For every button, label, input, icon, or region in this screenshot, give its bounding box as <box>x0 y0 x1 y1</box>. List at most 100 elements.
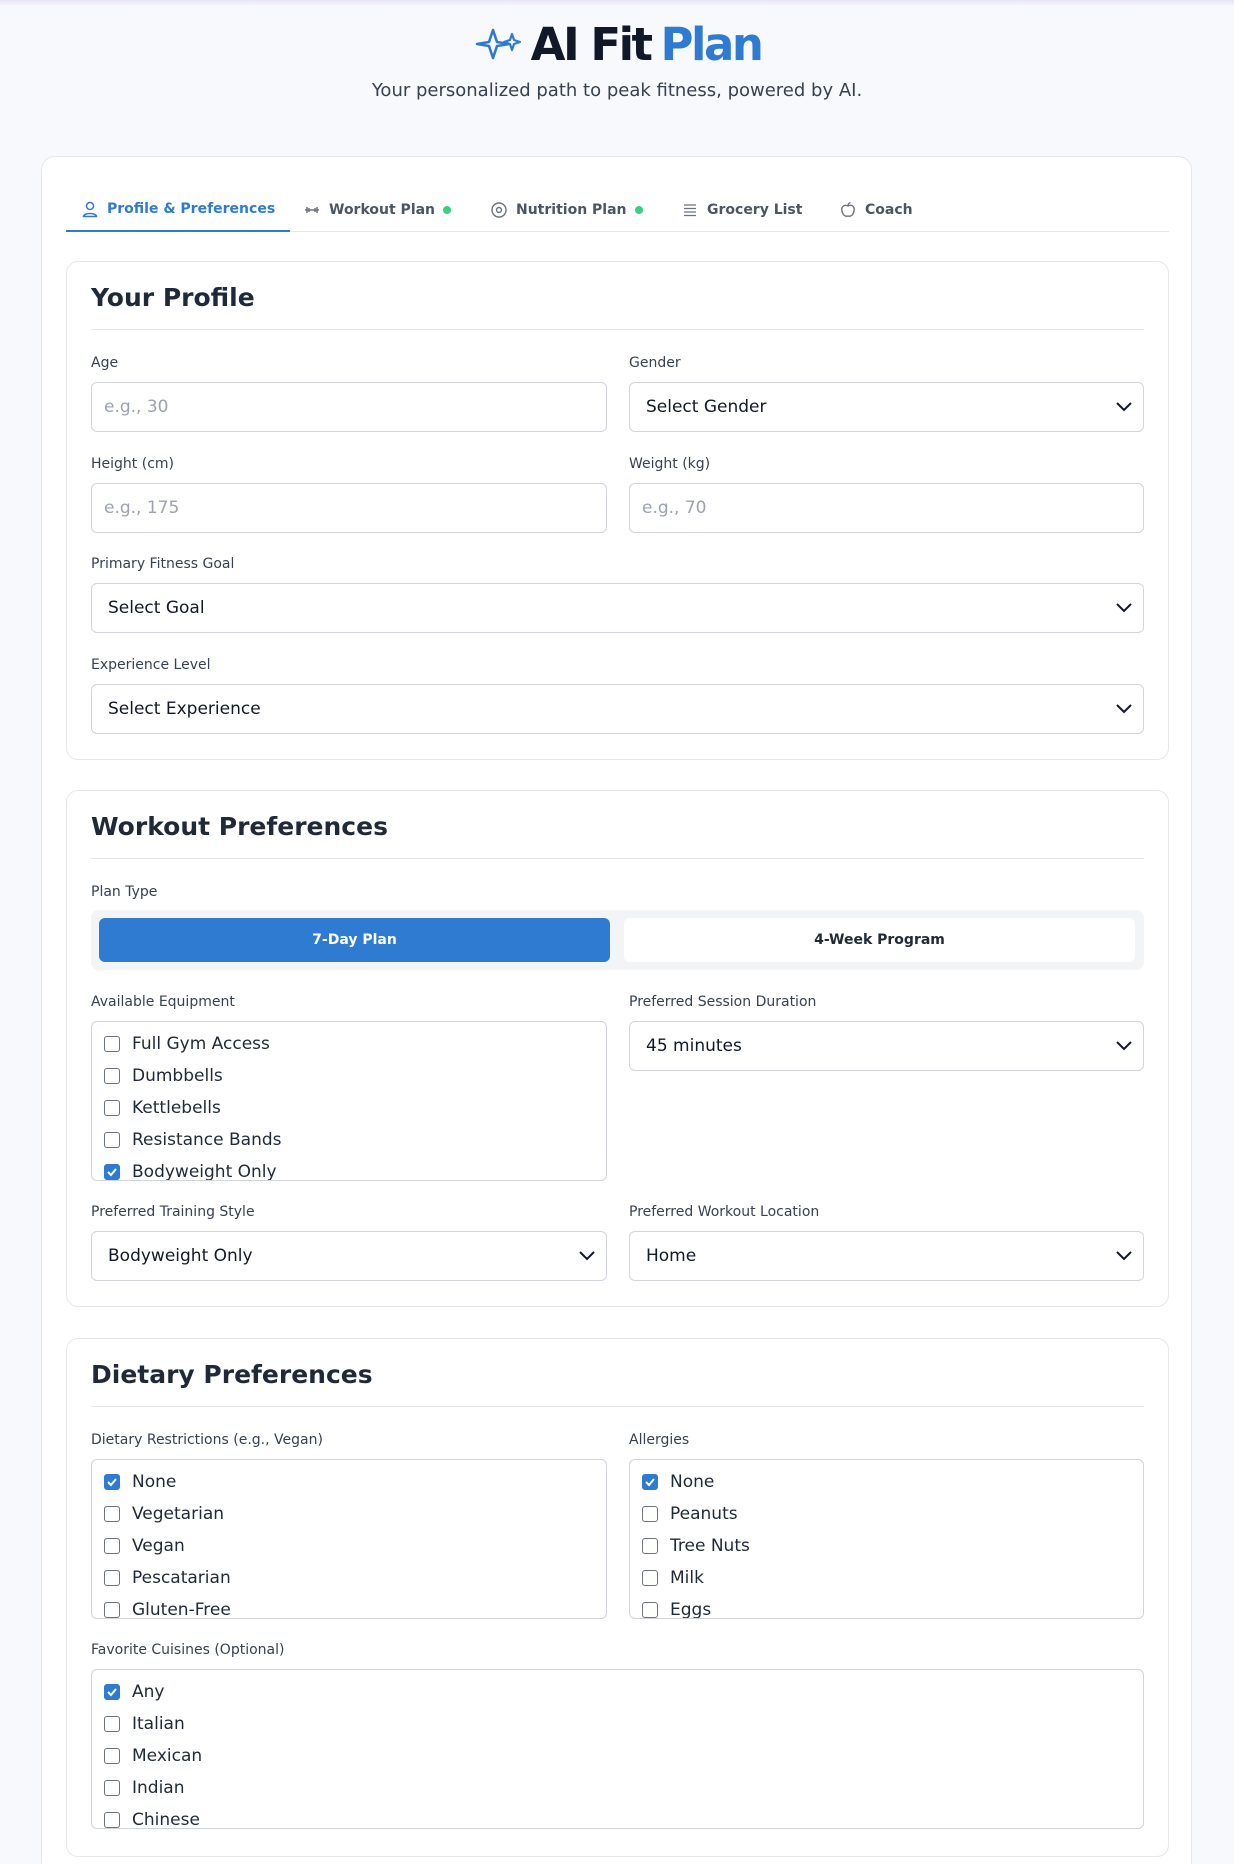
tab-nutrition-plan[interactable]: Nutrition Plan <box>490 187 643 232</box>
checkbox-option[interactable]: Dumbbells <box>104 1064 223 1088</box>
option-label: Kettlebells <box>132 1098 221 1118</box>
chevron-down-icon <box>579 1251 595 1261</box>
checkbox-option[interactable]: Kettlebells <box>104 1096 221 1120</box>
goal-select[interactable]: Select Goal <box>91 583 1144 633</box>
checkbox[interactable] <box>104 1602 120 1618</box>
checkbox[interactable] <box>642 1602 658 1618</box>
plan-option-7-day[interactable]: 7-Day Plan <box>99 918 610 962</box>
main-card: Profile & Preferences Workout Plan Nutri… <box>41 156 1192 1864</box>
checkbox-option[interactable]: Full Gym Access <box>104 1032 270 1056</box>
divider <box>91 329 1144 330</box>
tab-label: Nutrition Plan <box>516 201 627 218</box>
style-label: Preferred Training Style <box>91 1204 255 1220</box>
cuisines-list[interactable]: Any Italian Mexican Indian Chinese <box>91 1669 1144 1829</box>
age-label: Age <box>91 355 119 371</box>
checkbox[interactable] <box>104 1506 120 1522</box>
checkbox-option[interactable]: Vegetarian <box>104 1502 224 1526</box>
checkbox-option[interactable]: Italian <box>104 1712 185 1736</box>
list-icon <box>684 203 696 216</box>
tab-coach[interactable]: Coach <box>839 187 913 232</box>
apple-icon <box>841 201 855 217</box>
checkbox-option[interactable]: Pescatarian <box>104 1566 231 1590</box>
checkbox-option[interactable]: Gluten-Free <box>104 1598 231 1619</box>
checkbox[interactable] <box>104 1036 120 1052</box>
checkbox-option[interactable]: Chinese <box>104 1808 200 1828</box>
experience-select[interactable]: Select Experience <box>91 684 1144 734</box>
sparkle-icon <box>475 28 521 60</box>
checkbox-option[interactable]: Vegan <box>104 1534 185 1558</box>
checkbox-option[interactable]: Resistance Bands <box>104 1128 282 1152</box>
checkbox-checked[interactable] <box>104 1164 120 1180</box>
weight-label: Weight (kg) <box>629 456 711 472</box>
checkbox[interactable] <box>642 1570 658 1586</box>
checkbox-checked[interactable] <box>104 1684 120 1700</box>
style-select[interactable]: Bodyweight Only <box>91 1231 607 1281</box>
gender-value: Select Gender <box>646 397 767 417</box>
checkbox-option[interactable]: Any <box>104 1680 164 1704</box>
check-icon <box>645 1478 655 1487</box>
option-label: Any <box>132 1682 165 1702</box>
checkbox-option[interactable]: Peanuts <box>642 1502 738 1526</box>
checkbox[interactable] <box>642 1506 658 1522</box>
experience-value: Select Experience <box>108 699 261 719</box>
tab-workout-plan[interactable]: Workout Plan <box>303 187 452 232</box>
checkbox[interactable] <box>104 1780 120 1796</box>
option-label: Resistance Bands <box>132 1130 282 1150</box>
weight-input[interactable]: e.g., 70 <box>629 483 1144 533</box>
checkbox-option[interactable]: Indian <box>104 1776 185 1800</box>
checkbox-option[interactable]: Milk <box>642 1566 704 1590</box>
tab-label: Coach <box>865 201 913 218</box>
checkbox-option[interactable]: Mexican <box>104 1744 202 1768</box>
checkbox-checked[interactable] <box>642 1474 658 1490</box>
checkbox[interactable] <box>104 1132 120 1148</box>
checkbox-option[interactable]: Bodyweight Only <box>104 1160 277 1180</box>
option-label: Mexican <box>132 1746 203 1766</box>
checkbox-option[interactable]: None <box>104 1470 176 1494</box>
plan-type-label: Plan Type <box>91 884 158 900</box>
check-icon <box>107 1478 117 1487</box>
location-select[interactable]: Home <box>629 1231 1144 1281</box>
option-label: Eggs <box>670 1600 712 1619</box>
checkbox[interactable] <box>104 1100 120 1116</box>
allergies-list[interactable]: None Peanuts Tree Nuts Milk Eggs <box>629 1459 1144 1619</box>
checkbox[interactable] <box>642 1538 658 1554</box>
option-label: Gluten-Free <box>132 1600 231 1619</box>
tab-label: Grocery List <box>707 201 803 218</box>
tab-label: Workout Plan <box>329 201 436 218</box>
age-input[interactable]: e.g., 30 <box>91 382 607 432</box>
goal-label: Primary Fitness Goal <box>91 556 235 572</box>
checkbox-option[interactable]: None <box>642 1470 714 1494</box>
chevron-down-icon <box>1116 1041 1132 1051</box>
option-label: Vegetarian <box>132 1504 225 1524</box>
option-label: Italian <box>132 1714 185 1734</box>
checkbox-option[interactable]: Tree Nuts <box>642 1534 750 1558</box>
cuisines-label: Favorite Cuisines (Optional) <box>91 1642 285 1658</box>
workout-section: Workout Preferences Plan Type 7-Day Plan… <box>66 790 1169 1307</box>
tab-profile-preferences[interactable]: Profile & Preferences <box>66 187 291 232</box>
height-input[interactable]: e.g., 175 <box>91 483 607 533</box>
plan-option-4-week[interactable]: 4-Week Program <box>624 918 1135 962</box>
restrictions-list[interactable]: None Vegetarian Vegan Pescatarian Gluten… <box>91 1459 607 1619</box>
checkbox[interactable] <box>104 1812 120 1828</box>
option-label: None <box>132 1472 177 1492</box>
tab-grocery-list[interactable]: Grocery List <box>681 187 802 232</box>
divider <box>91 1406 1144 1407</box>
tab-bar: Profile & Preferences Workout Plan Nutri… <box>66 187 1169 232</box>
chevron-down-icon <box>1116 1251 1132 1261</box>
app-title-plan: Plan <box>660 17 764 71</box>
option-label: Peanuts <box>670 1504 738 1524</box>
checkbox-option[interactable]: Eggs <box>642 1598 712 1619</box>
equipment-list[interactable]: Full Gym Access Dumbbells Kettlebells Re… <box>91 1021 607 1181</box>
gender-select[interactable]: Select Gender <box>629 382 1144 432</box>
duration-select[interactable]: 45 minutes <box>629 1021 1144 1071</box>
diet-section: Dietary Preferences Dietary Restrictions… <box>66 1338 1169 1857</box>
equipment-label: Available Equipment <box>91 994 235 1010</box>
checkbox[interactable] <box>104 1748 120 1764</box>
section-title: Workout Preferences <box>91 812 388 841</box>
checkbox[interactable] <box>104 1068 120 1084</box>
checkbox[interactable] <box>104 1570 120 1586</box>
checkbox[interactable] <box>104 1538 120 1554</box>
plan-type-toggle: 7-Day Plan 4-Week Program <box>91 910 1144 970</box>
checkbox[interactable] <box>104 1716 120 1732</box>
checkbox-checked[interactable] <box>104 1474 120 1490</box>
